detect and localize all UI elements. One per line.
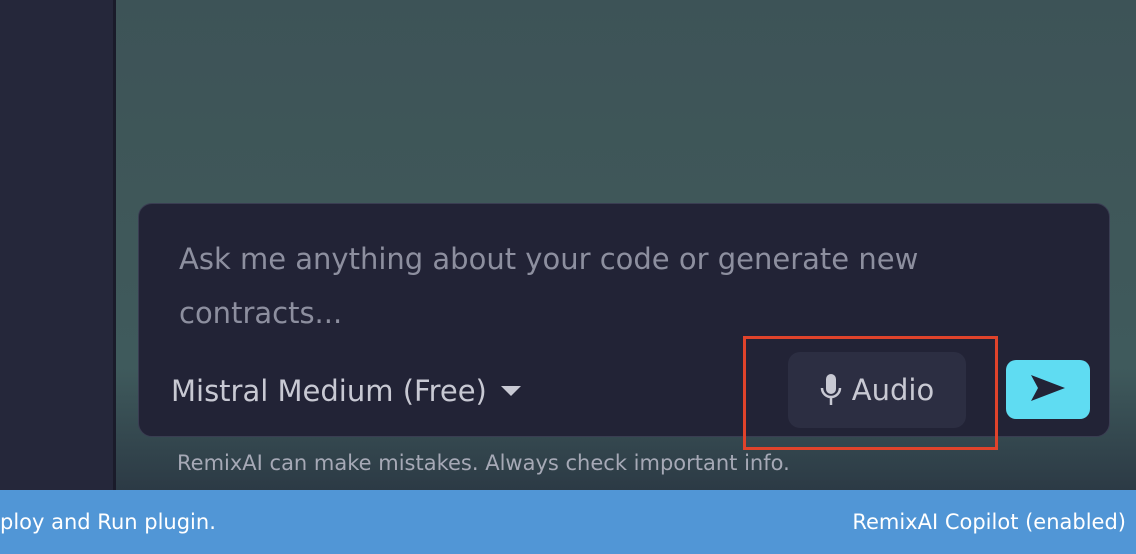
paper-plane-send-icon bbox=[1029, 373, 1067, 406]
prompt-input[interactable] bbox=[179, 232, 1049, 342]
copilot-status[interactable]: RemixAI Copilot (enabled) bbox=[852, 510, 1126, 534]
model-selector-label: Mistral Medium (Free) bbox=[171, 374, 487, 408]
model-selector[interactable]: Mistral Medium (Free) bbox=[171, 369, 521, 413]
microphone-icon bbox=[820, 372, 842, 408]
send-button[interactable] bbox=[1006, 360, 1090, 419]
disclaimer-text: RemixAI can make mistakes. Always check … bbox=[177, 451, 790, 475]
status-bar: ploy and Run plugin. RemixAI Copilot (en… bbox=[0, 490, 1136, 554]
caret-down-icon bbox=[500, 386, 521, 396]
app-window: Mistral Medium (Free) Audio RemixAI can … bbox=[0, 0, 1136, 554]
audio-button[interactable]: Audio bbox=[788, 352, 966, 428]
left-side-panel bbox=[0, 0, 113, 490]
audio-button-label: Audio bbox=[851, 373, 935, 407]
status-message: ploy and Run plugin. bbox=[0, 510, 216, 534]
